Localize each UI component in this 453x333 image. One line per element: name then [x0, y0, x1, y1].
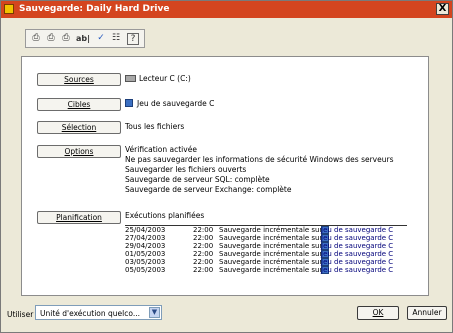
app-icon: [4, 4, 14, 14]
schedule-set-text: Jeu de sauvegarde C: [321, 258, 394, 266]
check-icon[interactable]: ✓: [94, 32, 108, 45]
summary-panel: Sources Lecteur C (C:) Cibles Jeu de sau…: [21, 56, 429, 296]
schedule-date: 29/04/2003: [125, 242, 166, 250]
schedule-set-text: Jeu de sauvegarde C: [321, 226, 394, 234]
schedule-row: 27/04/2003 22:00 Sauvegarde incrémentale…: [125, 234, 407, 242]
sources-text: Lecteur C (C:): [139, 74, 191, 83]
schedule-row: 03/05/2003 22:00 Sauvegarde incrémentale…: [125, 258, 407, 266]
schedule-date: 05/05/2003: [125, 266, 166, 274]
option-line: Sauvegarde de serveur SQL: complète: [125, 175, 270, 184]
properties-icon[interactable]: ☷: [109, 32, 123, 45]
selection-button[interactable]: Sélection: [37, 121, 121, 134]
paste-icon[interactable]: ⎙: [59, 32, 73, 45]
schedule-time: 22:00: [193, 226, 214, 234]
schedule-row: 01/05/2003 22:00 Sauvegarde incrémentale…: [125, 250, 407, 258]
schedule-date: 27/04/2003: [125, 234, 166, 242]
schedule-time: 22:00: [193, 242, 214, 250]
option-line: Sauvegarde de serveur Exchange: complète: [125, 185, 292, 194]
toolbar: ⎙ ⎙ ⎙ ab| ✓ ☷ ?: [25, 29, 145, 48]
sources-button[interactable]: Sources: [37, 73, 121, 86]
schedule-heading: Exécutions planifiées: [125, 211, 205, 220]
close-button[interactable]: X: [436, 3, 449, 15]
schedule-date: 03/05/2003: [125, 258, 166, 266]
ok-button[interactable]: OK: [357, 306, 399, 320]
device-select-value: Unité d'exécution quelco...: [40, 309, 140, 318]
new-icon[interactable]: ⎙: [29, 32, 43, 45]
device-select[interactable]: Unité d'exécution quelco... ▼: [35, 305, 162, 320]
title-bar[interactable]: Sauvegarde: Daily Hard Drive X: [1, 1, 452, 18]
backup-job-dialog: Sauvegarde: Daily Hard Drive X ⎙ ⎙ ⎙ ab|…: [0, 0, 453, 333]
schedule-time: 22:00: [193, 258, 214, 266]
cibles-value: Jeu de sauvegarde C: [125, 99, 214, 108]
schedule-desc: Sauvegarde incrémentale sur: [219, 250, 323, 258]
schedule-row: 05/05/2003 22:00 Sauvegarde incrémentale…: [125, 266, 407, 274]
schedule-date: 01/05/2003: [125, 250, 166, 258]
window-title: Sauvegarde: Daily Hard Drive: [19, 4, 170, 14]
schedule-time: 22:00: [193, 250, 214, 258]
planification-button[interactable]: Planification: [37, 211, 121, 224]
sources-value: Lecteur C (C:): [125, 74, 191, 83]
option-line: Ne pas sauvegarder les informations de s…: [125, 155, 394, 164]
options-button[interactable]: Options: [37, 145, 121, 158]
option-line: Sauvegarder les fichiers ouverts: [125, 165, 247, 174]
cibles-text: Jeu de sauvegarde C: [137, 99, 215, 108]
schedule-set-text: Jeu de sauvegarde C: [321, 242, 394, 250]
selection-text: Tous les fichiers: [125, 122, 185, 131]
schedule-row: 29/04/2003 22:00 Sauvegarde incrémentale…: [125, 242, 407, 250]
schedule-desc: Sauvegarde incrémentale sur: [219, 242, 323, 250]
cancel-button[interactable]: Annuler: [407, 306, 447, 320]
schedule-set-text: Jeu de sauvegarde C: [321, 234, 394, 242]
schedule-desc: Sauvegarde incrémentale sur: [219, 266, 323, 274]
schedule-time: 22:00: [193, 266, 214, 274]
copy-icon[interactable]: ⎙: [44, 32, 58, 45]
schedule-set-text: Jeu de sauvegarde C: [321, 266, 394, 274]
schedule-set-text: Jeu de sauvegarde C: [321, 250, 394, 258]
cibles-button[interactable]: Cibles: [37, 98, 121, 111]
drive-icon: [125, 75, 136, 82]
chevron-down-icon[interactable]: ▼: [149, 307, 160, 318]
schedule-desc: Sauvegarde incrémentale sur: [219, 258, 323, 266]
schedule-desc: Sauvegarde incrémentale sur: [219, 234, 323, 242]
schedule-time: 22:00: [193, 234, 214, 242]
schedule-desc: Sauvegarde incrémentale sur: [219, 226, 323, 234]
help-icon[interactable]: ?: [127, 33, 139, 45]
schedule-date: 25/04/2003: [125, 226, 166, 234]
schedule-list: 25/04/2003 22:00 Sauvegarde incrémentale…: [125, 225, 407, 274]
schedule-row: 25/04/2003 22:00 Sauvegarde incrémentale…: [125, 226, 407, 234]
backup-set-icon: [125, 99, 133, 107]
rename-icon[interactable]: ab|: [74, 32, 92, 45]
use-label: Utiliser: [7, 310, 34, 319]
option-line: Vérification activée: [125, 145, 197, 154]
